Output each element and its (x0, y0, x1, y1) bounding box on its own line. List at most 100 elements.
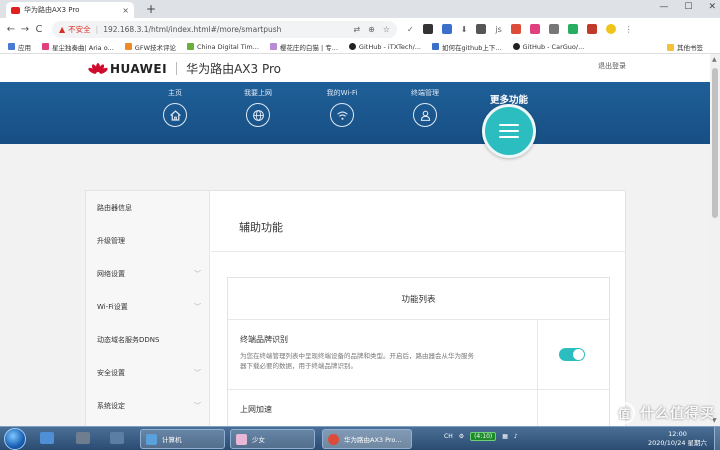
extension-box-icon[interactable] (476, 24, 487, 34)
huawei-logo: HUAWEI 华为路由AX3 Pro (87, 60, 281, 77)
bookmark-item[interactable]: 应用 (8, 42, 31, 52)
extension-js-icon[interactable]: js (495, 25, 501, 34)
volume-icon[interactable]: ♪ (514, 433, 518, 440)
tab-close-icon[interactable]: × (122, 6, 129, 15)
battery-indicator[interactable]: (4:10) (470, 432, 497, 441)
watermark-text: 什么值得买 (640, 406, 715, 422)
bookmark-item[interactable]: 樱花庄的白猫 | 专... (269, 42, 338, 52)
network-icon[interactable]: ▦ (502, 433, 508, 440)
language-indicator[interactable]: CH (444, 433, 453, 440)
extension-pink-icon[interactable] (529, 24, 540, 34)
bookmark-item[interactable]: China Digital Tim... (187, 43, 259, 51)
other-bookmarks[interactable]: 其他书签 (667, 42, 703, 52)
insecure-label[interactable]: 不安全 (68, 24, 91, 35)
bookmark-favicon-icon (124, 43, 132, 50)
profile-avatar[interactable] (605, 24, 616, 34)
scroll-up-icon[interactable]: ▲ (712, 56, 717, 63)
logout-link[interactable]: 退出登录 (598, 61, 626, 71)
more-features-button[interactable] (482, 104, 536, 158)
new-tab-button[interactable]: + (146, 2, 156, 16)
huawei-petal-icon (87, 62, 109, 75)
brand-recognition-toggle[interactable] (559, 348, 585, 361)
browser-tab[interactable]: 华为路由AX3 Pro × (6, 2, 134, 18)
extension-red-icon[interactable] (510, 24, 521, 34)
scroll-thumb[interactable] (712, 68, 718, 218)
omnibox-icons: ⇄ ⊕ ☆ (353, 25, 390, 34)
forward-button[interactable]: → (18, 24, 32, 35)
sidebar-item-ddns[interactable]: 动态域名服务DDNS (86, 323, 209, 356)
feature-text: 终端品牌识别 为您在终端管理列表中呈现终端设备的品牌和类型。开启后，路由器会从华… (228, 320, 538, 390)
chevron-down-icon: ﹀ (194, 368, 201, 377)
warning-icon[interactable]: ▲ (59, 25, 65, 34)
settings-main: 辅助功能 功能列表 终端品牌识别 为您在终端管理列表中呈现终端设备的品牌和类型。… (211, 191, 625, 426)
sidebar-item-system[interactable]: 系统设定 ﹀ (86, 389, 209, 422)
bookmark-favicon-icon (432, 43, 439, 50)
folder-icon (667, 43, 674, 51)
nav-item-wifi[interactable]: 我的Wi-Fi (312, 88, 372, 127)
apps-icon (8, 43, 15, 50)
maximize-button[interactable]: ☐ (684, 2, 692, 12)
bookmark-item[interactable]: GFW技术评论 (124, 42, 176, 52)
monitor-icon[interactable] (76, 432, 90, 444)
minimize-button[interactable]: — (659, 2, 668, 12)
desktop-icon[interactable] (40, 432, 54, 444)
sidebar-item-wifi[interactable]: Wi-Fi设置 ﹀ (86, 290, 209, 323)
system-clock[interactable]: 12:00 2020/10/24 星期六 (648, 430, 707, 448)
address-row: ← → C ▲ 不安全 | 192.168.3.1/html/index.htm… (0, 18, 720, 40)
nav-item-devices[interactable]: 终端管理 (395, 88, 455, 127)
download-icon[interactable]: ⬇ (461, 25, 468, 34)
feature-description: 为您在终端管理列表中呈现终端设备的品牌和类型。开启后，路由器会从华为服务 器下载… (240, 352, 474, 370)
watermark-logo-icon: 值 (613, 402, 635, 424)
feature-name: 终端品牌识别 (240, 335, 288, 344)
reload-button[interactable]: C (32, 24, 46, 35)
brand-name: HUAWEI (110, 61, 168, 76)
tray-settings-icon[interactable]: ⚙ (459, 433, 464, 440)
wifi-icon (330, 103, 354, 127)
task-image[interactable]: 少女 (230, 429, 315, 449)
translate-icon[interactable]: ⇄ (353, 25, 360, 34)
nav-item-home[interactable]: 主页 (145, 88, 205, 127)
bookmark-star-icon[interactable]: ☆ (383, 25, 390, 34)
bookmark-item[interactable]: GitHub - iTXTech/... (348, 43, 421, 51)
task-chrome[interactable]: 华为路由AX3 Pro... (322, 429, 412, 449)
extension-shield-icon[interactable] (586, 24, 597, 34)
window-controls: — ☐ ✕ (659, 2, 716, 12)
sidebar-item-network[interactable]: 网络设置 ﹀ (86, 257, 209, 290)
zoom-icon[interactable]: ⊕ (368, 25, 375, 34)
nav-item-internet[interactable]: 我要上网 (228, 88, 288, 127)
terminal-icon[interactable] (110, 432, 124, 444)
menu-icon (499, 120, 519, 142)
bookmark-item[interactable]: 星尘独奏曲| Aria o... (42, 42, 114, 52)
feature-row: 上网加速 (228, 390, 609, 426)
feature-list-panel: 功能列表 终端品牌识别 为您在终端管理列表中呈现终端设备的品牌和类型。开启后，路… (227, 277, 610, 426)
page-scrollbar[interactable]: ▲ ▼ (710, 54, 720, 426)
more-menu-icon[interactable]: ⋮ (625, 25, 633, 34)
extension-grey-icon[interactable] (548, 24, 559, 34)
sidebar-item-upgrade[interactable]: 升级管理 (86, 224, 209, 257)
toggle-knob (573, 349, 584, 360)
extension-green-icon[interactable] (567, 24, 578, 34)
sidebar-item-router-info[interactable]: 路由器信息 (86, 191, 209, 224)
chevron-down-icon: ﹀ (194, 269, 201, 278)
back-button[interactable]: ← (4, 24, 18, 35)
chevron-down-icon: ﹀ (194, 401, 201, 410)
sidebar-item-security[interactable]: 安全设置 ﹀ (86, 356, 209, 389)
url-text[interactable]: 192.168.3.1/html/index.html#/more/smartp… (103, 25, 353, 34)
address-separator: | (95, 24, 99, 34)
extension-new-icon[interactable] (441, 24, 452, 34)
address-bar[interactable]: ▲ 不安全 | 192.168.3.1/html/index.html#/mor… (52, 20, 397, 38)
start-button[interactable] (4, 428, 26, 450)
check-icon[interactable]: ✓ (407, 25, 414, 34)
close-window-button[interactable]: ✕ (708, 2, 716, 12)
show-desktop-button[interactable] (714, 427, 720, 450)
task-computer[interactable]: 计算机 (140, 429, 225, 449)
bookmark-favicon-icon (187, 43, 194, 50)
bookmark-item[interactable]: GitHub - CarGuo/... (512, 43, 584, 51)
bookmarks-bar: 应用 星尘独奏曲| Aria o... GFW技术评论 China Digita… (0, 40, 720, 54)
home-icon (163, 103, 187, 127)
bookmark-item[interactable]: 如何在github上下... (432, 42, 502, 52)
extension-glasses-icon[interactable] (422, 24, 433, 34)
page-title: 辅助功能 (239, 221, 283, 234)
title-divider (211, 251, 625, 252)
system-tray: CH ⚙ (4:10) ▦ ♪ (444, 432, 518, 441)
